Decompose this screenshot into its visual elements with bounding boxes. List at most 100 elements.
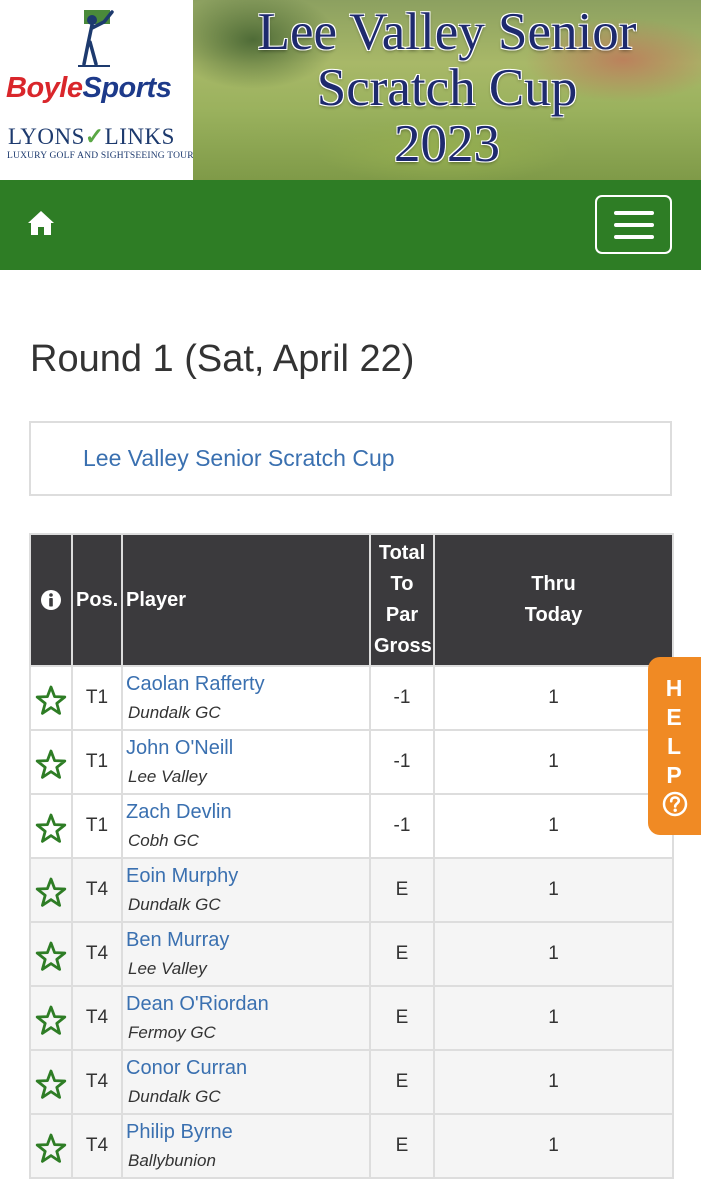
thru-cell: 1 (433, 985, 674, 1051)
thru-cell: 1 (433, 1049, 674, 1115)
to-par-cell: -1 (369, 729, 435, 795)
thru-cell: 1 (433, 793, 674, 859)
player-cell: Conor Curran Dundalk GC (121, 1049, 371, 1115)
star-favorite-icon[interactable] (34, 748, 68, 782)
help-tab[interactable]: H E L P (648, 657, 701, 835)
player-club: Fermoy GC (128, 1023, 216, 1042)
position-cell: T4 (71, 921, 123, 987)
player-cell: Caolan Rafferty Dundalk GC (121, 665, 371, 731)
header-info[interactable] (29, 533, 73, 667)
star-favorite-icon[interactable] (34, 940, 68, 974)
player-cell: Eoin Murphy Dundalk GC (121, 857, 371, 923)
table-row: T4 Ben Murray Lee Valley E 1 (29, 921, 674, 987)
to-par-cell: E (369, 1049, 435, 1115)
event-link[interactable]: Lee Valley Senior Scratch Cup (83, 445, 395, 472)
table-row: T4 Dean O'Riordan Fermoy GC E 1 (29, 985, 674, 1051)
table-row: T1 Caolan Rafferty Dundalk GC -1 1 (29, 665, 674, 731)
to-par-cell: -1 (369, 793, 435, 859)
header-thru-today[interactable]: Thru Today (433, 533, 674, 667)
player-club: Lee Valley (128, 767, 207, 786)
hero-image: Lee Valley Senior Scratch Cup 2023 (193, 0, 701, 180)
player-cell: Ben Murray Lee Valley (121, 921, 371, 987)
title-line-3: 2023 (394, 115, 500, 173)
position-cell: T1 (71, 793, 123, 859)
to-par-cell: E (369, 985, 435, 1051)
header-banner: BoyleSports LYONS✓LINKS LUXURY GOLF AND … (0, 0, 701, 180)
star-favorite-icon[interactable] (34, 876, 68, 910)
table-row: T1 John O'Neill Lee Valley -1 1 (29, 729, 674, 795)
table-header-row: Pos. Player Total To Par Gross Thru Toda… (29, 533, 674, 667)
title-line-1: Lee Valley Senior (257, 3, 637, 61)
favorite-cell (29, 793, 73, 859)
position-cell: T1 (71, 665, 123, 731)
thru-cell: 1 (433, 729, 674, 795)
thru-cell: 1 (433, 1113, 674, 1179)
lyons-links-tagline: LUXURY GOLF AND SIGHTSEEING TOURS (7, 151, 200, 161)
header-total-line: Gross (374, 635, 432, 657)
help-letter: H (665, 675, 683, 701)
star-favorite-icon[interactable] (34, 1068, 68, 1102)
favorite-cell (29, 729, 73, 795)
thru-cell: 1 (433, 857, 674, 923)
player-name-link[interactable]: Ben Murray (126, 929, 369, 952)
player-name-link[interactable]: Caolan Rafferty (126, 673, 369, 696)
position-cell: T4 (71, 1113, 123, 1179)
favorite-cell (29, 1113, 73, 1179)
star-favorite-icon[interactable] (34, 1004, 68, 1038)
thru-cell: 1 (433, 921, 674, 987)
player-cell: Philip Byrne Ballybunion (121, 1113, 371, 1179)
favorite-cell (29, 857, 73, 923)
player-name-link[interactable]: Zach Devlin (126, 801, 369, 824)
star-favorite-icon[interactable] (34, 812, 68, 846)
home-icon[interactable] (26, 208, 56, 238)
player-club: Cobh GC (128, 831, 199, 850)
to-par-cell: E (369, 1113, 435, 1179)
question-circle-icon (662, 791, 688, 817)
player-cell: John O'Neill Lee Valley (121, 729, 371, 795)
player-name-link[interactable]: Conor Curran (126, 1057, 369, 1080)
star-favorite-icon[interactable] (34, 1132, 68, 1166)
header-thru-line: Thru (531, 573, 576, 595)
position-cell: T4 (71, 1049, 123, 1115)
table-row: T4 Eoin Murphy Dundalk GC E 1 (29, 857, 674, 923)
player-cell: Zach Devlin Cobh GC (121, 793, 371, 859)
table-row: T1 Zach Devlin Cobh GC -1 1 (29, 793, 674, 859)
to-par-cell: E (369, 921, 435, 987)
header-total-line: Par (385, 604, 419, 626)
favorite-cell (29, 985, 73, 1051)
player-club: Ballybunion (128, 1151, 216, 1170)
golfer-logo-icon (78, 10, 114, 67)
player-name-link[interactable]: John O'Neill (126, 737, 369, 760)
leaderboard-table: Pos. Player Total To Par Gross Thru Toda… (29, 533, 674, 1179)
boylesports-logo: BoyleSports (6, 72, 172, 104)
favorite-cell (29, 1049, 73, 1115)
page-title: Round 1 (Sat, April 22) (30, 338, 415, 380)
to-par-cell: -1 (369, 665, 435, 731)
player-name-link[interactable]: Eoin Murphy (126, 865, 369, 888)
header-total-line: To (390, 573, 414, 595)
header-pos[interactable]: Pos. (71, 533, 123, 667)
header-total-line: Total (378, 542, 426, 564)
position-cell: T1 (71, 729, 123, 795)
header-player[interactable]: Player (121, 533, 371, 667)
player-club: Dundalk GC (128, 1087, 221, 1106)
star-favorite-icon[interactable] (34, 684, 68, 718)
to-par-cell: E (369, 857, 435, 923)
info-icon[interactable] (40, 589, 62, 611)
player-club: Dundalk GC (128, 703, 221, 722)
favorite-cell (29, 665, 73, 731)
help-letter: E (666, 704, 682, 730)
position-cell: T4 (71, 985, 123, 1051)
player-cell: Dean O'Riordan Fermoy GC (121, 985, 371, 1051)
player-club: Lee Valley (128, 959, 207, 978)
player-name-link[interactable]: Dean O'Riordan (126, 993, 369, 1016)
position-cell: T4 (71, 857, 123, 923)
favorite-cell (29, 921, 73, 987)
header-total-to-par[interactable]: Total To Par Gross (369, 533, 435, 667)
table-row: T4 Conor Curran Dundalk GC E 1 (29, 1049, 674, 1115)
hamburger-menu-button[interactable] (595, 195, 672, 254)
player-club: Dundalk GC (128, 895, 221, 914)
tournament-title: Lee Valley Senior Scratch Cup 2023 (193, 4, 701, 172)
player-name-link[interactable]: Philip Byrne (126, 1121, 369, 1144)
title-line-2: Scratch Cup (316, 59, 578, 117)
